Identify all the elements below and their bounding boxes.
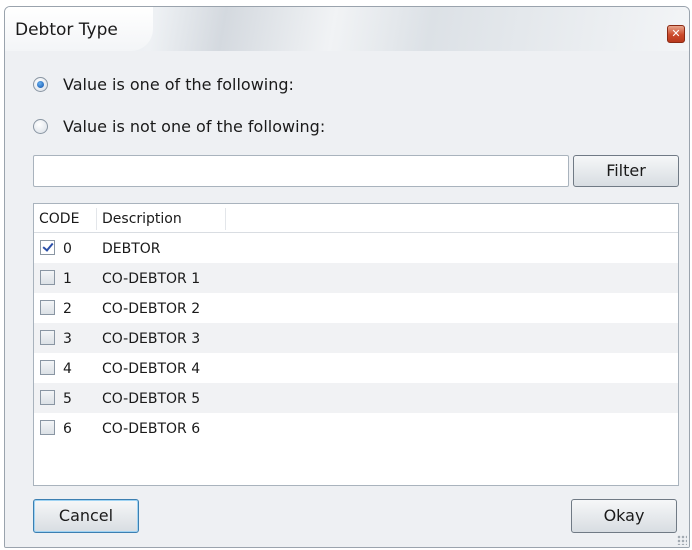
table-row[interactable]: 1 CO-DEBTOR 1 xyxy=(34,263,678,293)
row-code: 0 xyxy=(63,241,72,257)
row-description: CO-DEBTOR 3 xyxy=(102,331,201,347)
include-option[interactable]: Value is one of the following: xyxy=(33,72,294,96)
table-row[interactable]: 5 CO-DEBTOR 5 xyxy=(34,383,678,413)
row-checkbox[interactable] xyxy=(40,420,55,435)
table-row[interactable]: 4 CO-DEBTOR 4 xyxy=(34,353,678,383)
row-description: CO-DEBTOR 6 xyxy=(102,421,201,437)
row-description: CO-DEBTOR 2 xyxy=(102,301,201,317)
row-checkbox[interactable] xyxy=(40,330,55,345)
row-code: 5 xyxy=(63,391,72,407)
row-description: DEBTOR xyxy=(102,241,161,257)
row-description: CO-DEBTOR 4 xyxy=(102,361,201,377)
filter-button[interactable]: Filter xyxy=(573,155,679,187)
column-header-description[interactable]: Description xyxy=(97,204,225,232)
exclude-option[interactable]: Value is not one of the following: xyxy=(33,114,325,138)
row-checkbox[interactable] xyxy=(40,360,55,375)
exclude-label: Value is not one of the following: xyxy=(63,116,326,136)
row-code: 1 xyxy=(63,271,72,287)
table-row[interactable]: 0 DEBTOR xyxy=(34,233,678,263)
dialog-window: Debtor Type ✕ Value is one of the follow… xyxy=(4,6,690,548)
row-code: 2 xyxy=(63,301,72,317)
code-grid: CODE Description 0 DEBTOR 1 CO-DEBTOR 1 xyxy=(33,203,679,486)
row-code: 6 xyxy=(63,421,72,437)
include-label: Value is one of the following: xyxy=(63,74,294,94)
row-checkbox[interactable] xyxy=(40,240,55,255)
row-code: 4 xyxy=(63,361,72,377)
row-checkbox[interactable] xyxy=(40,390,55,405)
table-row[interactable]: 3 CO-DEBTOR 3 xyxy=(34,323,678,353)
row-description: CO-DEBTOR 1 xyxy=(102,271,201,287)
column-header-code[interactable]: CODE xyxy=(34,204,96,232)
cancel-button[interactable]: Cancel xyxy=(33,499,139,533)
title-bar[interactable]: Debtor Type ✕ xyxy=(5,7,689,51)
include-radio[interactable] xyxy=(33,76,48,92)
row-code: 3 xyxy=(63,331,72,347)
grid-body: 0 DEBTOR 1 CO-DEBTOR 1 2 CO-DEBTOR 2 3 C… xyxy=(34,233,678,443)
exclude-radio[interactable] xyxy=(33,118,48,134)
title-tab: Debtor Type xyxy=(5,7,153,51)
close-icon: ✕ xyxy=(671,27,681,40)
window-title: Debtor Type xyxy=(15,20,118,40)
column-divider[interactable] xyxy=(225,208,226,230)
dialog-body: Value is one of the following: Value is … xyxy=(5,51,689,547)
table-row[interactable]: 2 CO-DEBTOR 2 xyxy=(34,293,678,323)
row-description: CO-DEBTOR 5 xyxy=(102,391,201,407)
okay-button[interactable]: Okay xyxy=(571,499,677,533)
resize-grip-icon[interactable] xyxy=(677,535,687,545)
grid-header: CODE Description xyxy=(34,204,678,233)
row-checkbox[interactable] xyxy=(40,270,55,285)
close-button[interactable]: ✕ xyxy=(667,25,685,43)
row-checkbox[interactable] xyxy=(40,300,55,315)
table-row[interactable]: 6 CO-DEBTOR 6 xyxy=(34,413,678,443)
filter-input[interactable] xyxy=(33,155,569,187)
